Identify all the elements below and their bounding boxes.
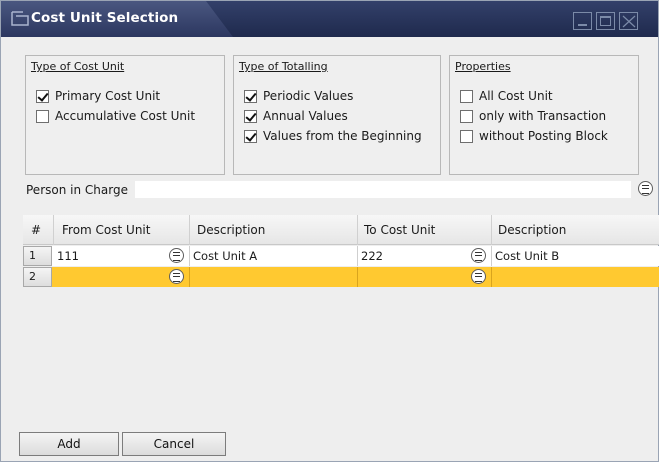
checkbox-label: without Posting Block [479, 129, 608, 143]
add-button[interactable]: Add [19, 432, 119, 456]
cancel-button[interactable]: Cancel [122, 432, 226, 456]
checkbox-box[interactable] [460, 129, 473, 143]
checkbox-box[interactable] [36, 109, 49, 123]
from-description-cell[interactable]: Cost Unit A [189, 246, 357, 266]
values-from-beginning-checkbox[interactable]: Values from the Beginning [244, 128, 422, 144]
to-description-cell[interactable]: Cost Unit B [491, 246, 659, 266]
header-separator [189, 215, 190, 245]
row-number[interactable]: 1 [23, 246, 52, 266]
checkbox-box[interactable] [460, 89, 473, 103]
checkbox-label: Accumulative Cost Unit [55, 109, 196, 123]
primary-cost-unit-checkbox[interactable]: Primary Cost Unit [36, 88, 160, 104]
header-separator [357, 215, 358, 245]
header-separator [53, 215, 54, 245]
close-button[interactable] [619, 12, 638, 30]
header-from-cost-unit[interactable]: From Cost Unit [62, 223, 150, 237]
properties-group: Properties All Cost Unit only with Trans… [449, 55, 639, 175]
checkbox-box[interactable] [244, 89, 257, 103]
minimize-button[interactable] [573, 12, 592, 30]
header-to-description[interactable]: Description [498, 223, 566, 237]
header-separator [491, 215, 492, 245]
table-row[interactable]: 2 [23, 267, 659, 287]
from-cost-unit-list-icon[interactable] [169, 248, 184, 263]
header-row-number: # [31, 223, 42, 237]
grid-header: # From Cost Unit Description To Cost Uni… [23, 215, 659, 245]
checkbox-label: Primary Cost Unit [55, 89, 161, 103]
only-with-transaction-checkbox[interactable]: only with Transaction [460, 108, 606, 124]
type-of-cost-unit-group: Type of Cost Unit Primary Cost Unit Accu… [25, 55, 225, 175]
person-in-charge-label: Person in Charge [26, 183, 128, 197]
without-posting-block-checkbox[interactable]: without Posting Block [460, 128, 608, 144]
group-title: Type of Cost Unit [31, 60, 125, 73]
checkbox-label: only with Transaction [479, 109, 607, 123]
from-cost-unit-list-icon[interactable] [169, 269, 184, 284]
all-cost-unit-checkbox[interactable]: All Cost Unit [460, 88, 553, 104]
checkbox-box[interactable] [244, 129, 257, 143]
title-bar[interactable]: Cost Unit Selection [1, 1, 658, 37]
person-in-charge-list-icon[interactable] [638, 181, 653, 196]
from-description-cell[interactable] [189, 267, 357, 287]
row-number[interactable]: 2 [23, 267, 52, 287]
to-cost-unit-list-icon[interactable] [471, 269, 486, 284]
group-title: Properties [455, 60, 511, 73]
maximize-button[interactable] [596, 12, 615, 30]
checkbox-label: Values from the Beginning [263, 129, 422, 143]
checkbox-label: All Cost Unit [479, 89, 553, 103]
accumulative-cost-unit-checkbox[interactable]: Accumulative Cost Unit [36, 108, 195, 124]
person-in-charge-input[interactable] [135, 181, 631, 198]
header-to-cost-unit[interactable]: To Cost Unit [364, 223, 435, 237]
checkbox-box[interactable] [36, 89, 49, 103]
window-icon [11, 11, 29, 26]
table-row[interactable]: 1 111 Cost Unit A 222 Cost Unit B [23, 246, 659, 266]
header-from-description[interactable]: Description [197, 223, 265, 237]
type-of-totalling-group: Type of Totalling Periodic Values Annual… [233, 55, 441, 175]
checkbox-label: Periodic Values [263, 89, 354, 103]
periodic-values-checkbox[interactable]: Periodic Values [244, 88, 353, 104]
group-title: Type of Totalling [239, 60, 328, 73]
annual-values-checkbox[interactable]: Annual Values [244, 108, 348, 124]
checkbox-box[interactable] [460, 109, 473, 123]
checkbox-box[interactable] [244, 109, 257, 123]
to-cost-unit-list-icon[interactable] [471, 248, 486, 263]
checkbox-label: Annual Values [263, 109, 348, 123]
to-description-cell[interactable] [491, 267, 659, 287]
cost-unit-selection-window: Cost Unit Selection Type of Cost Unit Pr… [0, 0, 659, 462]
window-title: Cost Unit Selection [31, 10, 179, 26]
close-icon [622, 15, 636, 28]
